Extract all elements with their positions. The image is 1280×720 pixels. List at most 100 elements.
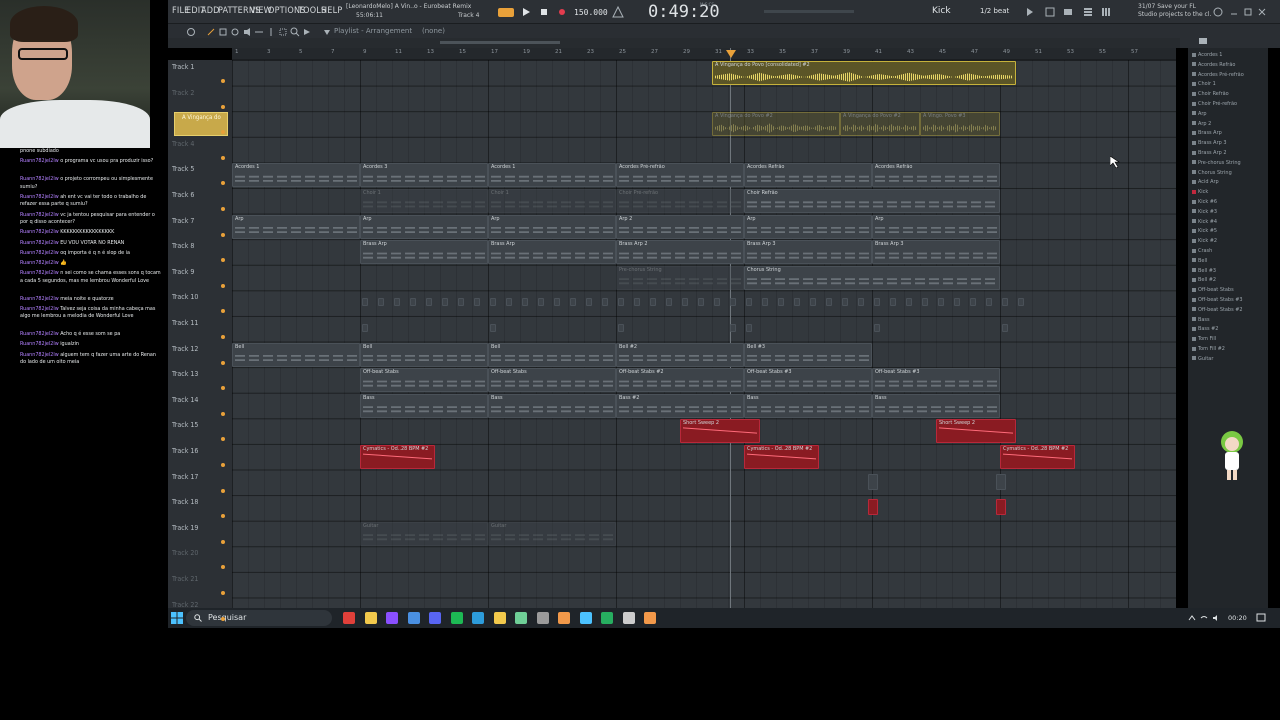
mute-tool-icon[interactable] (242, 27, 252, 37)
browser-item[interactable]: Chorus String (1192, 170, 1232, 176)
track-name[interactable]: Track 19 (172, 524, 198, 532)
kick-clip[interactable] (794, 298, 800, 307)
playlist-clip[interactable]: Short Sweep 2 (680, 419, 760, 444)
playlist-clip[interactable]: Acordes Pré-refrão (616, 163, 744, 188)
spotify-app-icon[interactable] (450, 612, 463, 624)
browser-item[interactable]: Brass Arp 2 (1192, 150, 1226, 156)
crash-clip[interactable] (1002, 324, 1008, 332)
playlist-clip[interactable]: Cymatics - Od..28 BPM #2 (360, 445, 436, 469)
track-enable-dot[interactable] (221, 539, 225, 544)
playlist-clip[interactable]: Bell (360, 342, 488, 367)
kick-clip[interactable] (906, 298, 912, 307)
kick-clip[interactable] (938, 298, 944, 307)
folder-app-icon[interactable] (364, 612, 377, 624)
track-name[interactable]: A Vingança do (182, 114, 221, 121)
app-icon[interactable] (558, 612, 570, 624)
playlist-clip[interactable]: Bell #2 (616, 342, 744, 367)
pattern-selector[interactable]: (none) (422, 27, 445, 35)
browser-item[interactable]: Tom Fill #2 (1192, 346, 1225, 352)
browser-item[interactable]: Kick #3 (1192, 209, 1217, 215)
browser-item[interactable]: Choir Pré-refrão (1192, 101, 1237, 107)
track-enable-dot[interactable] (221, 411, 225, 416)
kick-clip[interactable] (522, 298, 528, 307)
kick-clip[interactable] (570, 298, 576, 307)
discord-app-icon[interactable] (429, 612, 441, 624)
playlist-clip[interactable]: Short Sweep 2 (936, 419, 1016, 444)
track-enable-dot[interactable] (221, 207, 225, 211)
chevron-up-icon[interactable] (1188, 614, 1196, 622)
kick-clip[interactable] (842, 298, 848, 307)
paint-tool-icon[interactable] (218, 27, 228, 37)
kick-clip[interactable] (890, 298, 896, 307)
track-enable-dot[interactable] (221, 283, 225, 288)
pattern-song-toggle[interactable] (498, 8, 514, 17)
kick-clip[interactable] (954, 298, 960, 307)
kick-clip[interactable] (778, 298, 784, 307)
menu-item-help[interactable]: HELP (321, 6, 342, 16)
app-icon[interactable] (536, 612, 549, 624)
track-name[interactable]: Track 11 (172, 319, 198, 327)
playlist-clip[interactable]: Brass Arp 3 (872, 240, 1000, 265)
maximize-icon[interactable] (1242, 6, 1254, 18)
kick-clip[interactable] (586, 298, 592, 307)
playlist-clip[interactable]: Bell (488, 342, 616, 367)
crash-clip[interactable] (730, 324, 736, 332)
crash-clip[interactable] (490, 324, 496, 332)
record-icon[interactable] (556, 6, 568, 18)
playlist-clip[interactable]: Arp 2 (616, 214, 744, 239)
playlist-clip[interactable]: A Vingança do Povo #2 (712, 112, 840, 137)
playlist-clip[interactable]: Off-beat Stabs (488, 368, 616, 393)
browser-item[interactable]: Pre-chorus String (1192, 160, 1241, 166)
stop-icon[interactable] (538, 6, 550, 18)
playlist-clip[interactable]: Cymatics - Od..28 BPM #2 (1000, 445, 1076, 469)
track-name[interactable]: Track 13 (172, 370, 198, 378)
browser-item[interactable]: Off-beat Stabs #2 (1192, 307, 1243, 313)
kick-clip[interactable] (506, 298, 512, 307)
kick-clip[interactable] (618, 298, 624, 307)
kick-clip[interactable] (810, 298, 816, 307)
track-name[interactable]: Track 22 (172, 601, 198, 609)
track-name[interactable]: Track 5 (172, 165, 194, 173)
playlist-clip[interactable]: Pre-chorus String (616, 265, 744, 290)
speaker-icon[interactable] (1212, 614, 1220, 622)
playlist-clip[interactable]: Cymatics - Od..28 BPM #2 (744, 445, 820, 469)
playlist-clip[interactable]: Off-beat Stabs #3 (872, 368, 1000, 393)
playlist-clip[interactable]: Bass (744, 393, 872, 418)
playlist-clip[interactable]: Bass (872, 393, 1000, 418)
kick-clip[interactable] (458, 298, 464, 307)
track-name[interactable]: Track 15 (172, 421, 198, 429)
playlist-clip[interactable]: Bell #3 (744, 342, 872, 367)
track-name[interactable]: Track 14 (172, 396, 198, 404)
steam-app-icon[interactable] (407, 612, 420, 624)
fx-clip[interactable] (996, 499, 1006, 516)
playlist-clip[interactable]: Arp (744, 214, 872, 239)
playlist-clip[interactable]: Acordes 3 (360, 163, 488, 188)
windows-start-icon[interactable] (170, 611, 184, 625)
crash-clip[interactable] (746, 324, 752, 332)
playlist-clip[interactable]: A Vingança do Povo [consolidated] #2 (712, 61, 1016, 85)
kick-clip[interactable] (746, 298, 752, 307)
app-icon[interactable] (386, 612, 398, 624)
track-name[interactable]: Track 7 (172, 217, 194, 225)
playlist-clip[interactable]: Arp (360, 214, 488, 239)
playlist-clip[interactable]: A Vingança do Povo #2 (840, 112, 920, 137)
playlist-clip[interactable]: Choir 1 (360, 189, 488, 213)
kick-clip[interactable] (426, 298, 432, 307)
fx-clip[interactable] (996, 473, 1006, 490)
kick-clip[interactable] (682, 298, 688, 307)
playlist-menu-icon[interactable] (322, 27, 332, 37)
track-name[interactable]: Track 1 (172, 63, 194, 71)
playlist-clip[interactable]: Bell (232, 342, 360, 367)
playlist-clip[interactable]: Bass (488, 393, 616, 418)
kick-clip[interactable] (730, 298, 736, 307)
kick-clip[interactable] (602, 298, 608, 307)
kick-clip[interactable] (714, 298, 720, 307)
crash-clip[interactable] (362, 324, 368, 332)
target-icon[interactable] (186, 27, 196, 37)
kick-clip[interactable] (762, 298, 768, 307)
kick-clip[interactable] (474, 298, 480, 307)
delete-tool-icon[interactable] (230, 27, 240, 37)
kick-clip[interactable] (666, 298, 672, 307)
snap-selector[interactable]: 1/2 beat (980, 7, 1009, 15)
slice-tool-icon[interactable] (266, 27, 276, 37)
